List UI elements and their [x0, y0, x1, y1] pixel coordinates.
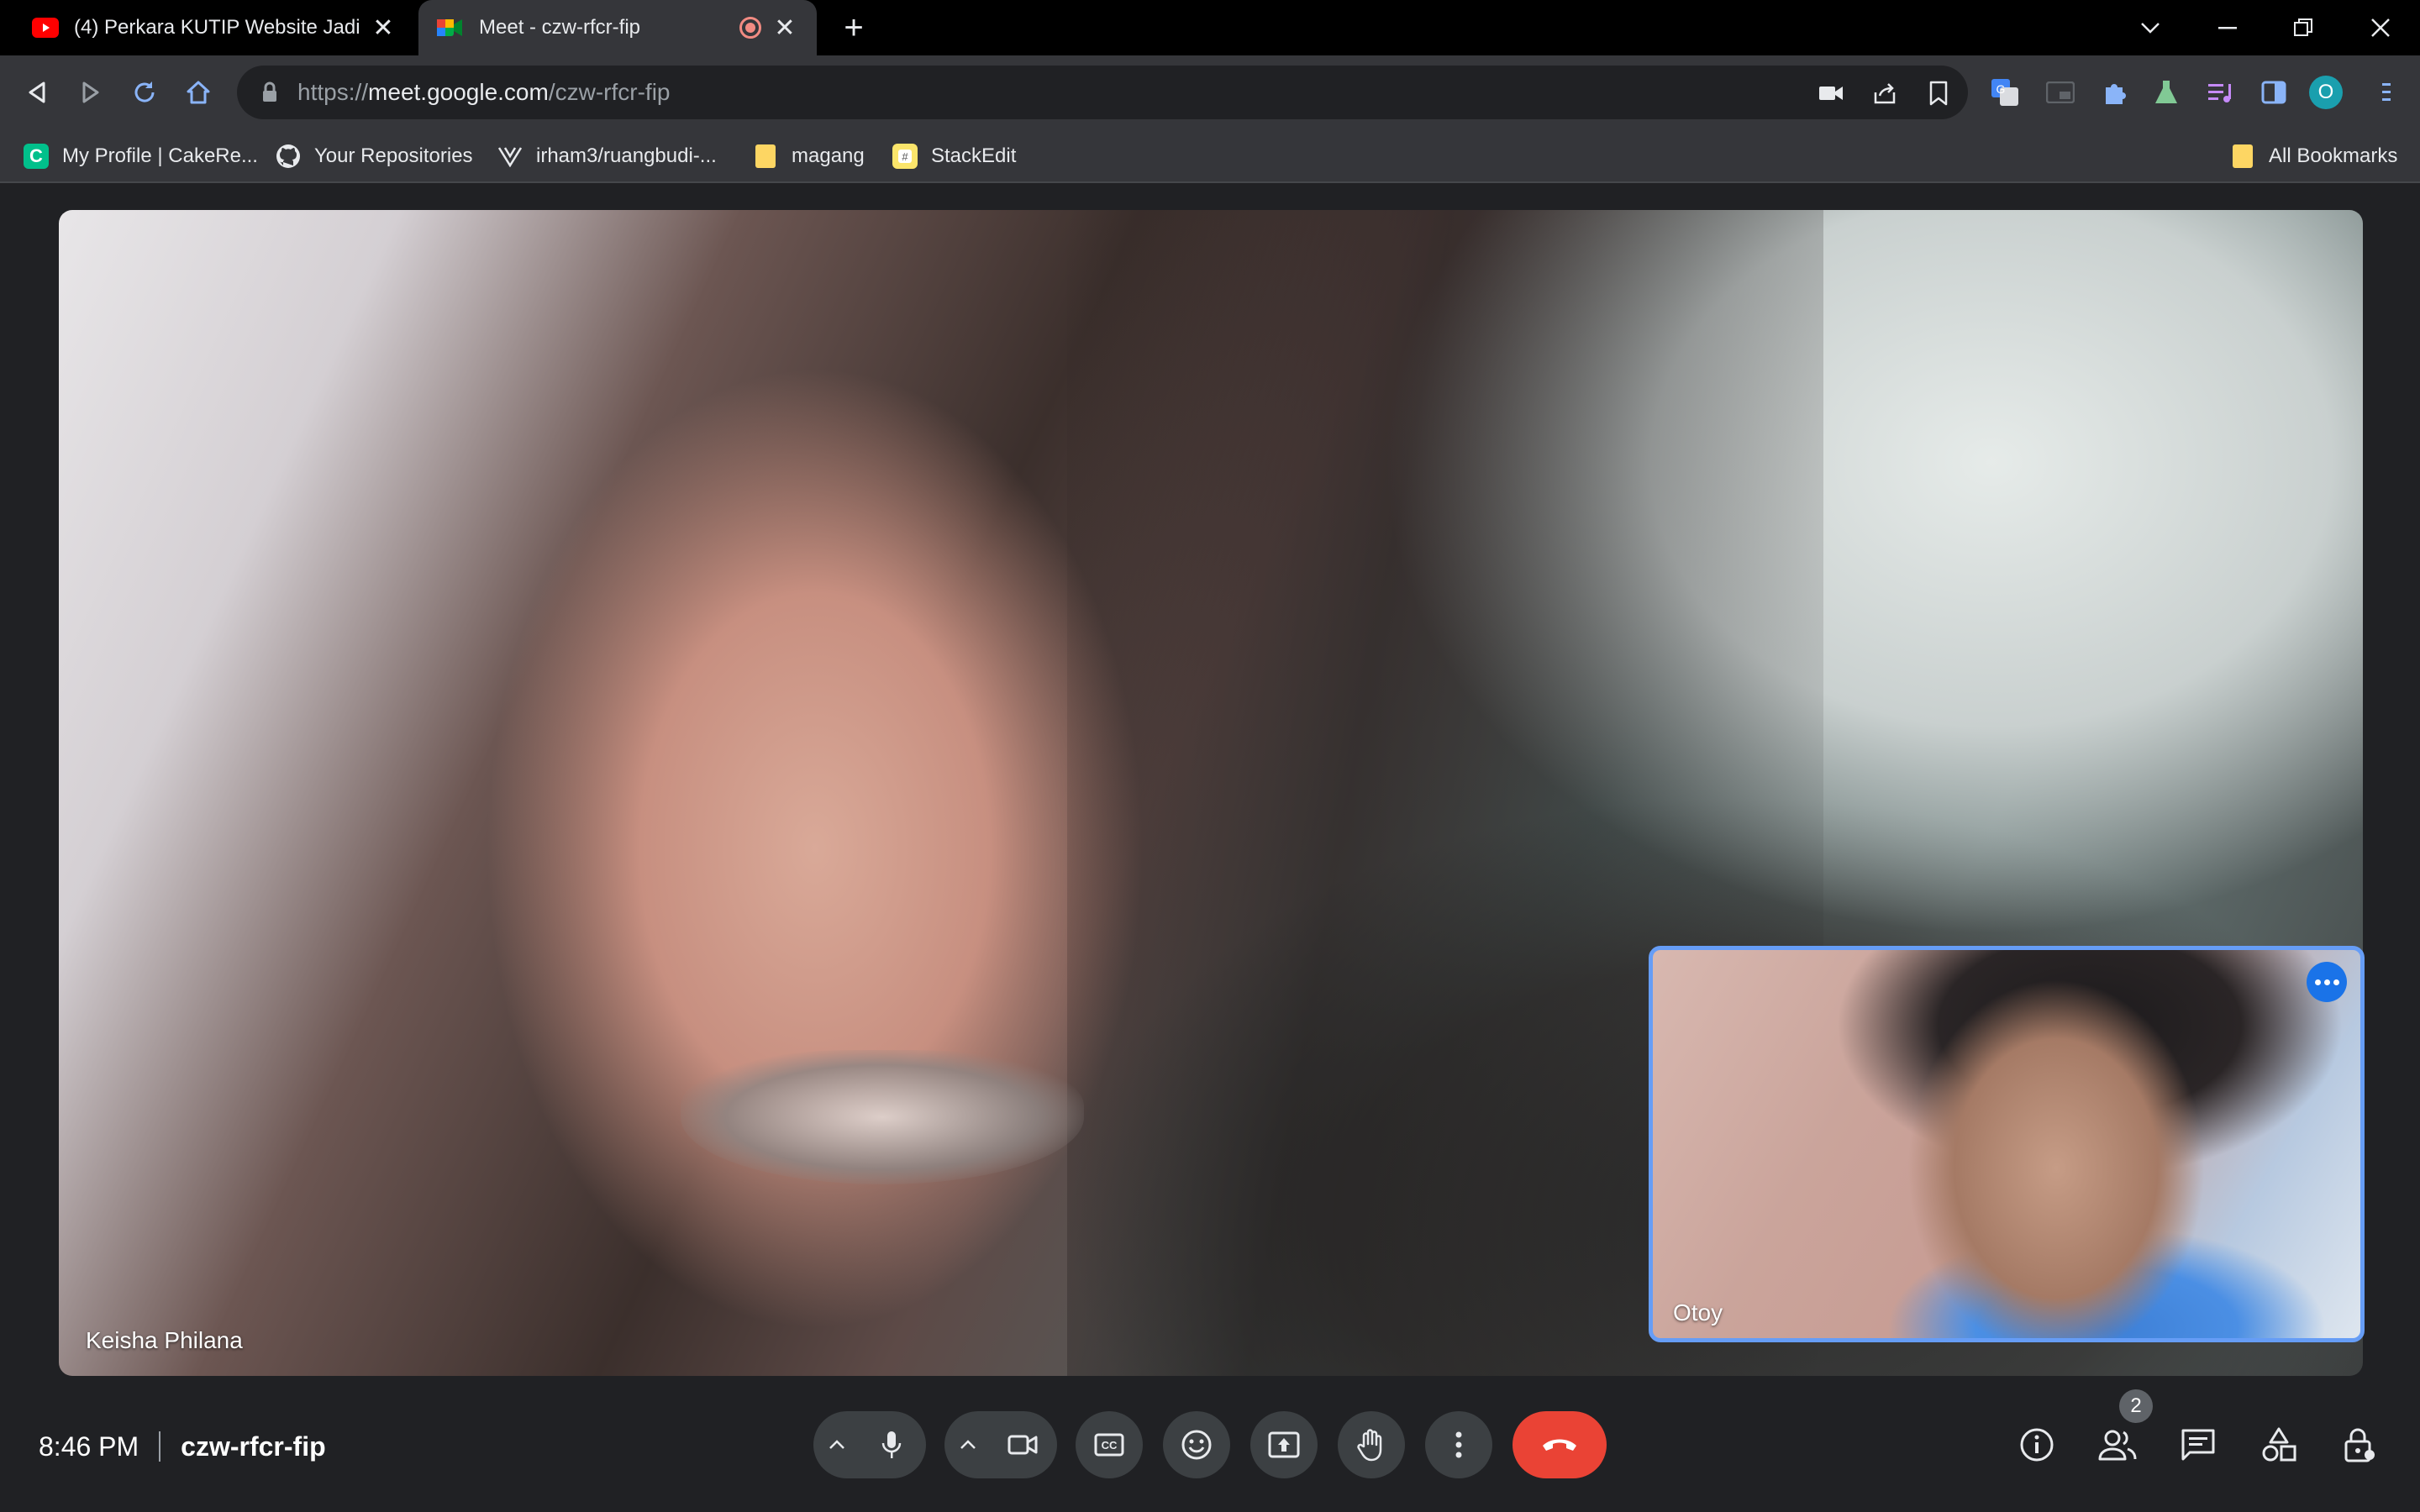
activities-icon[interactable] — [2255, 1421, 2302, 1468]
recording-indicator-icon — [739, 17, 761, 39]
meeting-info-icon[interactable] — [2013, 1421, 2060, 1468]
captions-icon[interactable]: CC — [1076, 1411, 1143, 1478]
restore-icon[interactable] — [2282, 8, 2324, 47]
all-bookmarks-button[interactable]: All Bookmarks — [2230, 141, 2397, 171]
bookmark-label: StackEdit — [931, 144, 1017, 167]
share-icon[interactable] — [1870, 79, 1899, 108]
browser-toolbar: https://meet.google.com/czw-rfcr-fip G O — [0, 55, 2420, 129]
tab-title: (4) Perkara KUTIP Website Jadi E — [74, 16, 360, 39]
svg-text:CC: CC — [1102, 1439, 1118, 1452]
close-tab-icon[interactable]: ✕ — [771, 14, 798, 42]
browser-menu-icon[interactable] — [2368, 74, 2405, 111]
folder-icon — [2230, 144, 2255, 169]
all-bookmarks-label: All Bookmarks — [2269, 144, 2398, 167]
bookmark-label: Your Repositories — [314, 144, 473, 167]
close-tab-icon[interactable]: ✕ — [370, 14, 397, 42]
lock-icon[interactable] — [257, 80, 282, 105]
video-frame-highlight — [681, 1050, 1084, 1184]
address-bar[interactable]: https://meet.google.com/czw-rfcr-fip — [237, 66, 1968, 119]
more-options-vertical-icon[interactable] — [1425, 1411, 1492, 1478]
participant-name: Keisha Philana — [86, 1327, 243, 1353]
video-options-chevron-icon[interactable] — [944, 1411, 992, 1478]
window-close-icon[interactable] — [2360, 8, 2402, 47]
self-video-tile[interactable]: Otoy — [1649, 946, 2365, 1342]
bookmark-cakeresume[interactable]: C My Profile | CakeRe... — [24, 141, 258, 171]
bookmark-label: My Profile | CakeRe... — [62, 144, 258, 167]
bookmark-github[interactable]: Your Repositories — [276, 141, 473, 171]
chat-icon[interactable] — [2175, 1421, 2222, 1468]
camera-in-use-icon[interactable] — [1817, 79, 1845, 108]
back-icon[interactable] — [17, 72, 57, 113]
minimize-icon[interactable] — [2207, 8, 2249, 47]
url-text: https://meet.google.com/czw-rfcr-fip — [297, 79, 671, 105]
hang-up-icon — [1539, 1434, 1580, 1457]
extensions-puzzle-icon[interactable] — [2096, 74, 2133, 111]
new-tab-button[interactable]: + — [837, 11, 871, 45]
folder-icon — [753, 144, 778, 169]
self-participant-name: Otoy — [1673, 1299, 1723, 1326]
stackedit-icon: # — [892, 144, 918, 169]
bookmark-stackedit[interactable]: # StackEdit — [892, 141, 1016, 171]
bookmark-vercel[interactable]: irham3/ruangbudi-... — [497, 141, 717, 171]
tab-search-chevron-icon[interactable] — [2129, 8, 2171, 47]
meet-control-bar: 8:46 PM czw-rfcr-fip CC 2 — [0, 1378, 2420, 1512]
forward-icon[interactable] — [71, 72, 111, 113]
camera-icon[interactable] — [992, 1414, 1054, 1476]
home-icon[interactable] — [178, 72, 218, 113]
picture-in-picture-icon[interactable] — [2042, 74, 2079, 111]
bookmarks-bar: C My Profile | CakeRe... Your Repositori… — [0, 129, 2420, 183]
google-translate-icon[interactable]: G — [1986, 74, 2023, 111]
google-meet-icon — [437, 14, 464, 41]
meet-stage: Keisha Philana Otoy 8:46 PM czw-rfcr-fip — [0, 183, 2420, 1512]
bookmark-star-icon[interactable] — [1924, 79, 1953, 108]
bookmark-label: irham3/ruangbudi-... — [536, 144, 717, 167]
labs-flask-icon[interactable] — [2148, 74, 2185, 111]
svg-text:#: # — [902, 150, 908, 163]
microphone-icon[interactable] — [860, 1414, 923, 1476]
participant-count-badge: 2 — [2119, 1389, 2153, 1423]
svg-text:G: G — [1996, 82, 2006, 96]
people-icon[interactable] — [2094, 1421, 2141, 1468]
side-panel-icon[interactable] — [2255, 74, 2292, 111]
host-controls-lock-icon[interactable] — [2336, 1421, 2383, 1468]
browser-tab-strip: (4) Perkara KUTIP Website Jadi E ✕ Meet … — [0, 0, 2420, 55]
reload-icon[interactable] — [124, 72, 165, 113]
meeting-code: czw-rfcr-fip — [181, 1431, 326, 1462]
raise-hand-icon[interactable] — [1338, 1411, 1405, 1478]
present-screen-icon[interactable] — [1250, 1411, 1318, 1478]
tab-title: Meet - czw-rfcr-fip — [479, 16, 640, 39]
media-playlist-icon[interactable] — [2202, 74, 2238, 111]
clock-time: 8:46 PM — [39, 1431, 139, 1462]
tab-meet[interactable]: Meet - czw-rfcr-fip ✕ — [418, 0, 817, 55]
cakeresume-icon: C — [24, 144, 49, 169]
leave-call-button[interactable] — [1512, 1411, 1607, 1478]
vercel-icon — [497, 144, 523, 169]
divider — [159, 1431, 161, 1462]
emoji-reactions-icon[interactable] — [1163, 1411, 1230, 1478]
youtube-icon — [32, 14, 59, 41]
bookmark-label: magang — [792, 144, 865, 167]
profile-avatar[interactable]: O — [2307, 74, 2344, 111]
more-options-icon[interactable] — [2307, 962, 2347, 1002]
audio-options-chevron-icon[interactable] — [813, 1411, 860, 1478]
camera-control — [944, 1411, 1057, 1478]
microphone-control — [813, 1411, 926, 1478]
github-icon — [276, 144, 301, 169]
meeting-details: 8:46 PM czw-rfcr-fip — [39, 1428, 326, 1465]
bookmark-folder-magang[interactable]: magang — [753, 141, 865, 171]
tab-youtube[interactable]: (4) Perkara KUTIP Website Jadi E ✕ — [13, 0, 415, 55]
